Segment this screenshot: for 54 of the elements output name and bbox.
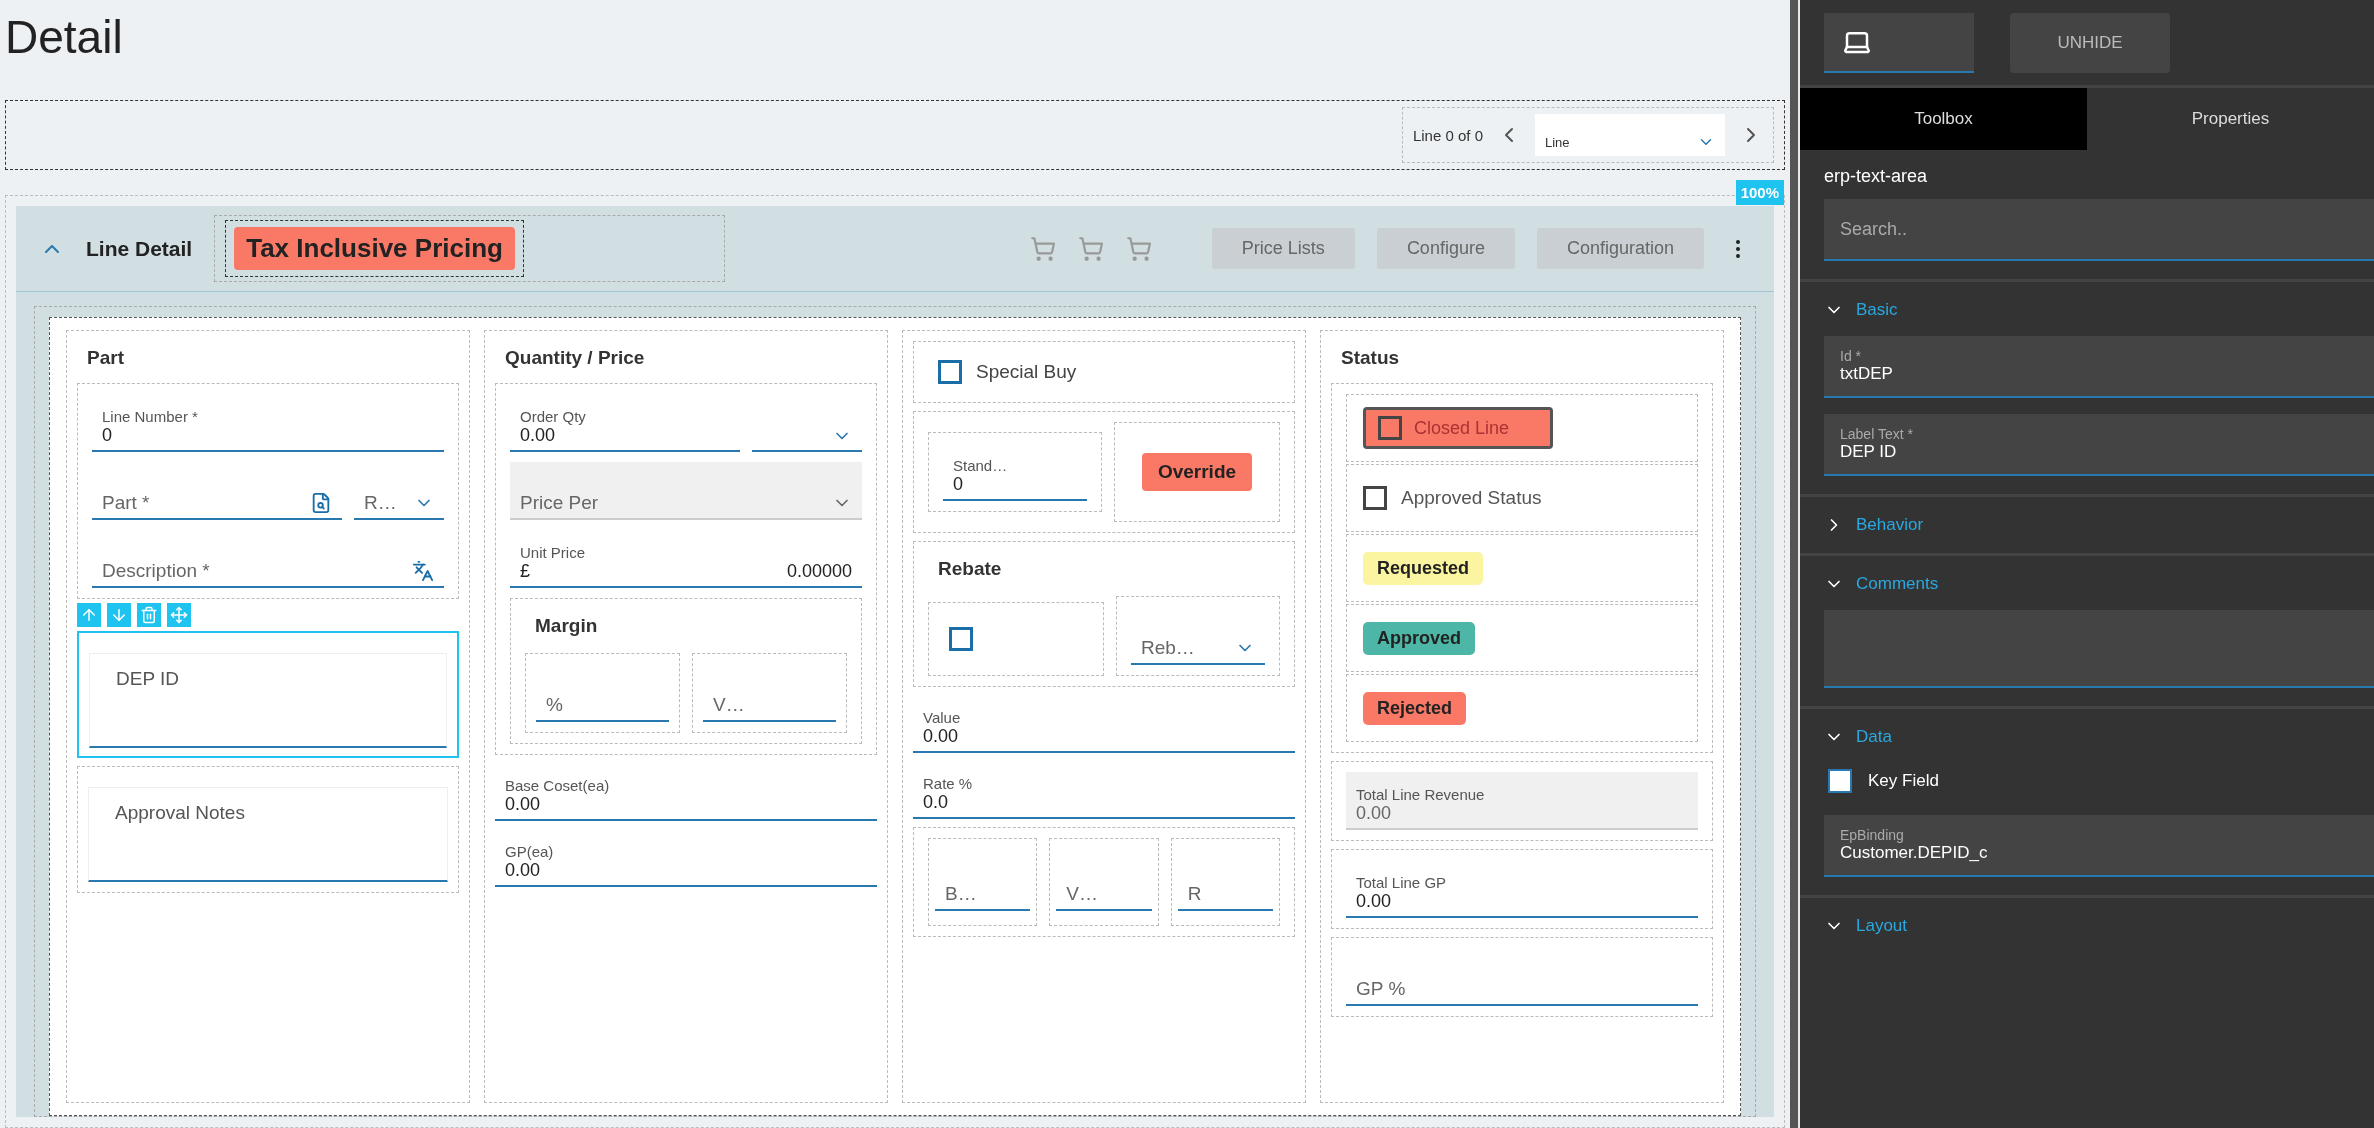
rate-field[interactable]: Rate % 0.0 <box>913 761 1295 819</box>
section-header[interactable]: Layout <box>1800 898 2374 936</box>
base-cost-field[interactable]: Base Coset(ea) 0.00 <box>495 763 877 821</box>
section-header[interactable]: Comments <box>1800 556 2374 594</box>
checkbox-label: Key Field <box>1868 771 1939 791</box>
unit-price-field[interactable]: Unit Price £ 0.00000 <box>510 530 862 588</box>
property-field[interactable]: EpBinding Customer.DEPID_c <box>1824 815 2374 877</box>
status-badge: Approved <box>1363 621 1475 655</box>
status-badge: Rejected <box>1363 691 1467 725</box>
checkbox-label: Approved Status <box>1401 487 1542 509</box>
checkbox[interactable] <box>1828 769 1852 793</box>
header-button[interactable]: Configuration <box>1536 228 1704 269</box>
dep-id-textarea[interactable]: DEP ID <box>89 653 447 748</box>
order-qty-field[interactable]: Order Qty 0.00 <box>510 394 740 452</box>
search-icon[interactable] <box>310 492 332 514</box>
header-button[interactable]: Price Lists <box>1211 228 1355 269</box>
part-field[interactable]: Part * <box>92 462 342 520</box>
property-field[interactable]: Id * txtDEP <box>1824 336 2374 398</box>
search-field[interactable]: Search.. <box>1824 199 2374 261</box>
line-dropdown[interactable]: Line <box>1535 114 1725 156</box>
header-button[interactable]: Configure <box>1376 228 1515 269</box>
checkbox[interactable] <box>1363 486 1387 510</box>
property-field[interactable]: Label Text * DEP ID <box>1824 414 2374 476</box>
section-header[interactable]: Behavior <box>1800 497 2374 535</box>
panel-tab[interactable]: Toolbox <box>1800 88 2087 150</box>
device-button[interactable] <box>1824 12 1974 73</box>
section-heading: Margin <box>534 614 599 638</box>
checkbox[interactable] <box>938 360 962 384</box>
line-number-field[interactable]: Line Number * 0 <box>92 394 444 452</box>
override-button[interactable]: Override <box>1141 453 1253 491</box>
approval-notes-textarea[interactable]: Approval Notes <box>88 787 448 882</box>
section-heading: Status <box>1340 346 1401 370</box>
description-field[interactable]: Description * <box>92 530 444 588</box>
card-title: Line Detail <box>86 236 193 261</box>
section-header[interactable]: Basic <box>1800 282 2374 320</box>
section-heading: Rebate <box>937 557 1003 581</box>
component-name: erp-text-area <box>1823 165 1929 188</box>
scrollbar[interactable] <box>1790 0 1800 1128</box>
checkbox-label: Special Buy <box>976 361 1077 383</box>
value-field[interactable]: Value 0.00 <box>913 695 1295 753</box>
translate-icon[interactable] <box>412 560 434 582</box>
revision-dropdown[interactable]: R… <box>354 462 444 520</box>
pricing-tag: Tax Inclusive Pricing <box>234 227 515 270</box>
zoom-badge: 100% <box>1735 180 1784 205</box>
checkbox[interactable] <box>949 627 973 651</box>
section-heading: Part <box>86 346 125 370</box>
gp-each-field[interactable]: GP(ea) 0.00 <box>495 829 877 887</box>
pager-text: Line 0 of 0 <box>1412 126 1483 144</box>
page-title: Detail <box>5 10 124 65</box>
status-badge: Requested <box>1363 551 1484 585</box>
unhide-button[interactable]: UNHIDE <box>2010 12 2170 73</box>
section-header[interactable]: Data <box>1800 709 2374 747</box>
checkbox[interactable] <box>1378 416 1402 440</box>
section-heading: Quantity / Price <box>504 346 646 370</box>
